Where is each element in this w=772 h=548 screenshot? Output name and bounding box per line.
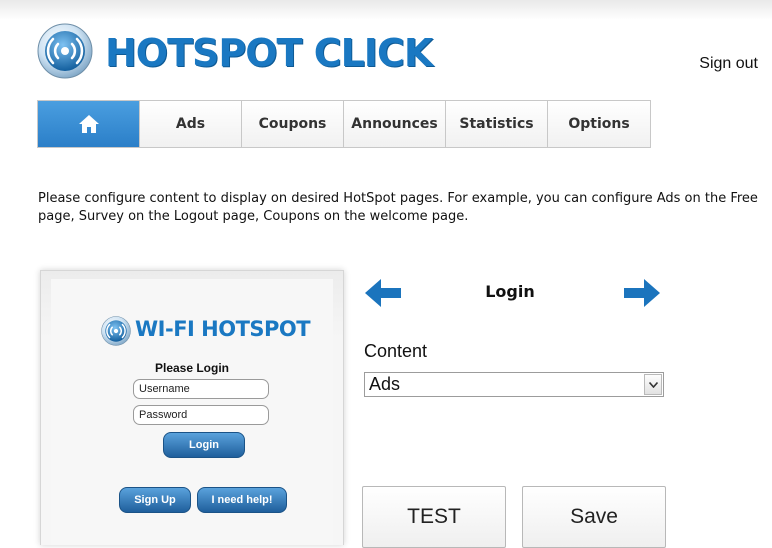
current-page-name: Login [485, 282, 535, 301]
wifi-logo-icon [37, 23, 93, 79]
content-select[interactable]: Ads [364, 372, 664, 397]
page-preview: WI-FI HOTSPOT Please Login Username Pass… [40, 270, 344, 545]
chevron-down-icon[interactable] [644, 374, 662, 395]
preview-help-button: I need help! [197, 487, 287, 513]
preview-password-field: Password [133, 405, 269, 425]
content-label: Content [364, 341, 428, 361]
arrow-left-icon[interactable] [363, 276, 403, 310]
preview-signup-button: Sign Up [119, 487, 191, 513]
preview-canvas: WI-FI HOTSPOT Please Login Username Pass… [51, 279, 333, 545]
wifi-logo-icon [101, 316, 131, 346]
tab-home[interactable] [38, 101, 140, 147]
preview-username-field: Username [133, 379, 269, 399]
content-select-value: Ads [369, 374, 401, 394]
home-icon [78, 115, 99, 133]
intro-text: Please configure content to display on d… [38, 191, 758, 224]
tab-options[interactable]: Options [548, 101, 650, 147]
arrow-right-icon[interactable] [622, 276, 662, 310]
app-title: HOTSPOT CLICK [105, 31, 433, 75]
tab-statistics[interactable]: Statistics [446, 101, 548, 147]
save-button[interactable]: Save [522, 486, 666, 548]
sign-out-link[interactable]: Sign out [699, 55, 758, 73]
tab-coupons[interactable]: Coupons [242, 101, 344, 147]
preview-login-button: Login [163, 432, 245, 458]
top-band [0, 0, 772, 20]
tab-ads[interactable]: Ads [140, 101, 242, 147]
preview-logo-text: WI-FI HOTSPOT [135, 317, 311, 341]
preview-title: Please Login [154, 361, 230, 375]
test-button[interactable]: TEST [362, 486, 506, 548]
tab-announces[interactable]: Announces [344, 101, 446, 147]
main-nav-tabs: Ads Coupons Announces Statistics Options [37, 100, 651, 148]
